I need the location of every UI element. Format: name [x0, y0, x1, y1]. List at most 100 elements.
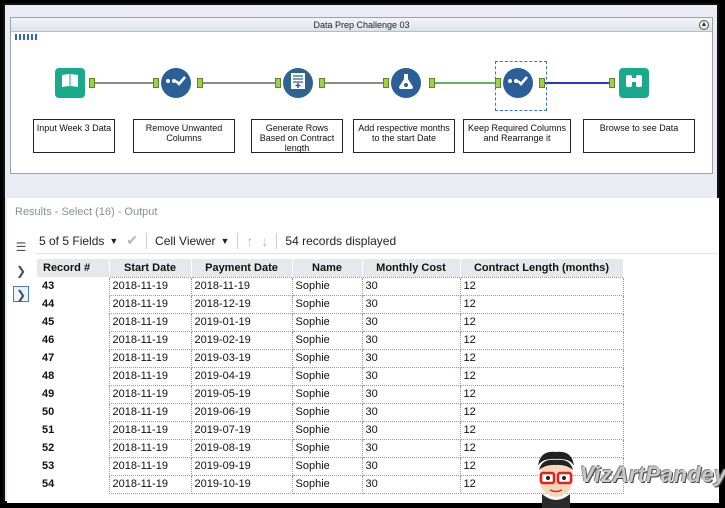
- table-cell[interactable]: 2019-07-19: [190, 420, 293, 440]
- table-cell[interactable]: 2018-12-19: [190, 294, 293, 314]
- column-header[interactable]: Record #: [37, 259, 110, 277]
- table-cell[interactable]: 12: [459, 276, 624, 296]
- input-anchor-icon[interactable]: ❯: [13, 262, 29, 278]
- select-tool-1[interactable]: [161, 68, 191, 98]
- select-tool-2[interactable]: [503, 68, 533, 98]
- output-anchor[interactable]: [197, 78, 203, 88]
- table-cell[interactable]: Sophie: [291, 384, 363, 404]
- workflow-canvas[interactable]: Data Prep Challenge 03 ▲ Input Week 3 Da…: [10, 17, 713, 174]
- table-cell[interactable]: Sophie: [291, 312, 363, 332]
- table-cell[interactable]: 30: [361, 348, 461, 368]
- browse-tool[interactable]: [619, 68, 649, 98]
- arrow-down-icon[interactable]: ↓: [257, 233, 272, 249]
- table-cell[interactable]: 12: [459, 348, 624, 368]
- table-cell[interactable]: 2019-09-19: [190, 456, 293, 476]
- column-header[interactable]: Payment Date: [191, 259, 293, 277]
- arrow-up-icon[interactable]: ↑: [242, 233, 257, 249]
- table-cell[interactable]: 2019-04-19: [190, 366, 293, 386]
- table-cell[interactable]: Sophie: [291, 474, 363, 494]
- table-cell[interactable]: 30: [361, 312, 461, 332]
- book-icon: [60, 72, 80, 95]
- apply-checkmark-icon[interactable]: ✔: [122, 232, 142, 249]
- table-cell[interactable]: 2018-11-19: [108, 330, 192, 350]
- table-cell[interactable]: Sophie: [291, 402, 363, 422]
- table-cell[interactable]: 2018-11-19: [108, 276, 192, 296]
- table-cell[interactable]: 2019-05-19: [190, 384, 293, 404]
- table-cell[interactable]: 12: [459, 366, 624, 386]
- column-header[interactable]: Monthly Cost: [362, 259, 461, 277]
- table-cell[interactable]: Sophie: [291, 276, 363, 296]
- fields-dropdown[interactable]: 5 of 5 Fields ▼: [35, 234, 122, 248]
- formula-tool[interactable]: [391, 68, 421, 98]
- table-cell[interactable]: 30: [361, 330, 461, 350]
- metadata-icon[interactable]: ☰: [13, 238, 29, 254]
- table-cell[interactable]: Sophie: [291, 348, 363, 368]
- table-cell[interactable]: 2019-10-19: [190, 474, 293, 494]
- table-cell[interactable]: 2018-11-19: [108, 312, 192, 332]
- table-cell[interactable]: 2018-11-19: [108, 438, 192, 458]
- generate-rows-tool[interactable]: [283, 68, 313, 98]
- output-anchor[interactable]: [539, 78, 545, 88]
- table-cell[interactable]: 2019-06-19: [190, 402, 293, 422]
- collapse-icon[interactable]: ▲: [699, 20, 709, 30]
- table-cell[interactable]: 2018-11-19: [108, 474, 192, 494]
- output-anchor[interactable]: [319, 78, 325, 88]
- table-row[interactable]: 43 2018-11-19 2018-11-19 Sophie 30 12: [37, 276, 624, 296]
- table-cell[interactable]: 2018-11-19: [108, 402, 192, 422]
- input-anchor[interactable]: [609, 78, 615, 88]
- table-row[interactable]: 47 2018-11-19 2019-03-19 Sophie 30 12: [37, 348, 624, 368]
- table-cell[interactable]: 30: [361, 456, 461, 476]
- table-row[interactable]: 50 2018-11-19 2019-06-19 Sophie 30 12: [37, 402, 624, 422]
- table-cell[interactable]: 30: [361, 294, 461, 314]
- table-cell[interactable]: Sophie: [291, 456, 363, 476]
- table-cell[interactable]: 2019-08-19: [190, 438, 293, 458]
- cell-viewer-dropdown[interactable]: Cell Viewer ▼: [151, 234, 233, 248]
- table-cell[interactable]: 30: [361, 276, 461, 296]
- table-cell[interactable]: 2018-11-19: [108, 384, 192, 404]
- table-cell[interactable]: Sophie: [291, 420, 363, 440]
- table-cell[interactable]: 30: [361, 474, 461, 494]
- table-cell[interactable]: 2019-03-19: [190, 348, 293, 368]
- output-anchor-icon[interactable]: ❯: [13, 286, 29, 302]
- table-cell[interactable]: 2019-02-19: [190, 330, 293, 350]
- table-row[interactable]: 49 2018-11-19 2019-05-19 Sophie 30 12: [37, 384, 624, 404]
- table-cell[interactable]: 2018-11-19: [108, 366, 192, 386]
- column-header[interactable]: Contract Length (months): [460, 259, 624, 277]
- table-cell[interactable]: 2018-11-19: [108, 294, 192, 314]
- column-header[interactable]: Name: [292, 259, 363, 277]
- output-anchor[interactable]: [89, 78, 95, 88]
- column-header[interactable]: Start Date: [109, 259, 192, 277]
- table-cell[interactable]: 12: [459, 294, 624, 314]
- table-cell[interactable]: Sophie: [291, 438, 363, 458]
- table-cell[interactable]: Sophie: [291, 330, 363, 350]
- input-anchor[interactable]: [275, 78, 281, 88]
- record-number: 53: [37, 457, 109, 475]
- table-cell[interactable]: Sophie: [291, 366, 363, 386]
- table-row[interactable]: 46 2018-11-19 2019-02-19 Sophie 30 12: [37, 330, 624, 350]
- table-cell[interactable]: 12: [459, 312, 624, 332]
- table-cell[interactable]: 30: [361, 366, 461, 386]
- input-anchor[interactable]: [383, 78, 389, 88]
- table-cell[interactable]: 30: [361, 438, 461, 458]
- table-row[interactable]: 48 2018-11-19 2019-04-19 Sophie 30 12: [37, 366, 624, 386]
- table-row[interactable]: 44 2018-11-19 2018-12-19 Sophie 30 12: [37, 294, 624, 314]
- table-cell[interactable]: 2018-11-19: [108, 348, 192, 368]
- table-cell[interactable]: 30: [361, 384, 461, 404]
- input-data-tool[interactable]: [55, 68, 85, 98]
- table-cell[interactable]: 12: [459, 402, 624, 422]
- table-row[interactable]: 45 2018-11-19 2019-01-19 Sophie 30 12: [37, 312, 624, 332]
- table-cell[interactable]: 12: [459, 330, 624, 350]
- input-anchor[interactable]: [495, 78, 501, 88]
- table-cell[interactable]: 30: [361, 420, 461, 440]
- table-cell[interactable]: 2018-11-19: [108, 420, 192, 440]
- table-cell[interactable]: 2018-11-19: [190, 276, 293, 296]
- table-cell[interactable]: 12: [459, 384, 624, 404]
- table-row[interactable]: 51 2018-11-19 2019-07-19 Sophie 30 12: [37, 420, 624, 440]
- table-cell[interactable]: 12: [459, 420, 624, 440]
- table-cell[interactable]: 30: [361, 402, 461, 422]
- table-cell[interactable]: 2018-11-19: [108, 456, 192, 476]
- table-cell[interactable]: 2019-01-19: [190, 312, 293, 332]
- input-anchor[interactable]: [153, 78, 159, 88]
- output-anchor[interactable]: [429, 78, 435, 88]
- table-cell[interactable]: Sophie: [291, 294, 363, 314]
